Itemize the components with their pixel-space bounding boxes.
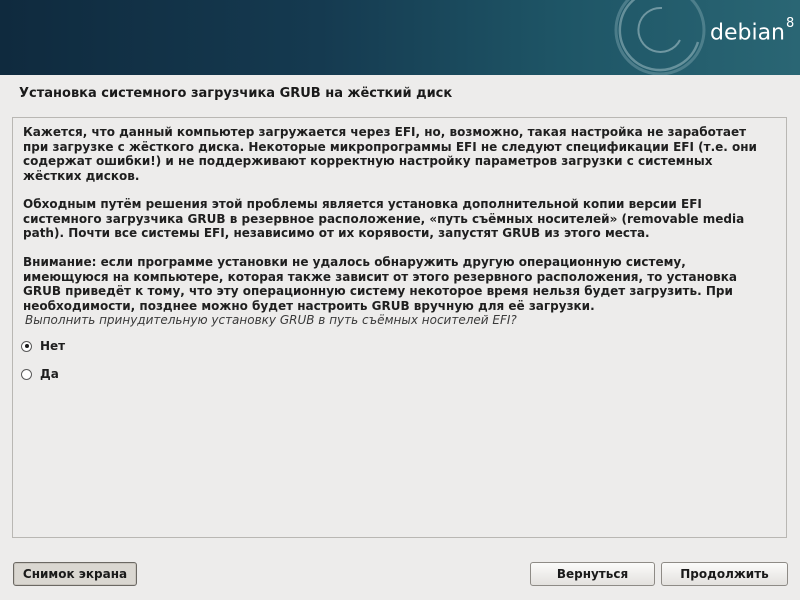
debian-logo: debian8 bbox=[710, 16, 794, 46]
back-button[interactable]: Вернуться bbox=[530, 562, 655, 586]
continue-button[interactable]: Продолжить bbox=[661, 562, 788, 586]
brand-version: 8 bbox=[786, 16, 795, 31]
radio-no[interactable] bbox=[21, 340, 32, 352]
screenshot-button[interactable]: Снимок экрана bbox=[13, 562, 137, 586]
description-paragraph-3: Внимание: если программе установки не уд… bbox=[23, 255, 737, 313]
question-text: Выполнить принудительную установку GRUB … bbox=[25, 313, 517, 327]
option-no-label: Нет bbox=[40, 339, 66, 353]
page-title: Установка системного загрузчика GRUB на … bbox=[19, 86, 453, 101]
radio-yes[interactable] bbox=[21, 368, 32, 380]
brand-name: debian bbox=[710, 20, 786, 46]
description-paragraph-1: Кажется, что данный компьютер загружаетс… bbox=[23, 125, 757, 183]
option-yes[interactable]: Да bbox=[21, 365, 59, 383]
debian-swirl-icon bbox=[614, 0, 706, 75]
description-paragraph-2: Обходным путём решения этой проблемы явл… bbox=[23, 197, 745, 240]
option-yes-label: Да bbox=[40, 367, 59, 381]
installer-header: debian8 bbox=[0, 0, 800, 75]
content-panel: Кажется, что данный компьютер загружаетс… bbox=[12, 117, 787, 538]
option-no[interactable]: Нет bbox=[21, 337, 65, 355]
